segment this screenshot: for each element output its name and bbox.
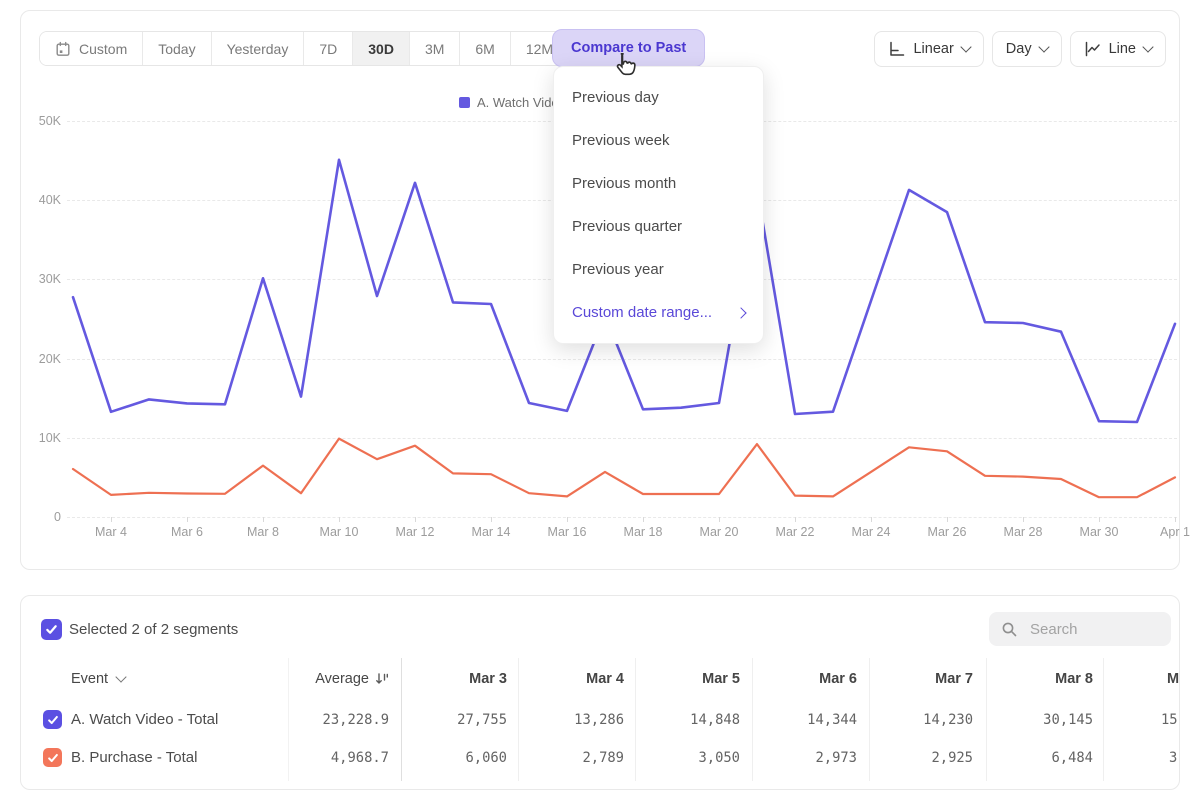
menu-item-previous-year[interactable]: Previous year — [554, 248, 763, 291]
column-header-mar-7: Mar 7 — [865, 671, 973, 687]
row-label: B. Purchase - Total — [71, 749, 197, 766]
cell-value: 27,755 — [399, 712, 507, 728]
cell-value: 30,145 — [985, 712, 1093, 728]
menu-item-previous-day[interactable]: Previous day — [554, 76, 763, 119]
cell-value: 6,484 — [985, 750, 1093, 766]
cell-value: 14,344 — [749, 712, 857, 728]
column-header-mar-4: Mar 4 — [516, 671, 624, 687]
cell-value-clipped: 15, — [1161, 712, 1180, 728]
menu-item-previous-quarter[interactable]: Previous quarter — [554, 205, 763, 248]
row-checkbox[interactable] — [43, 748, 62, 767]
column-header-label: Mar 4 — [586, 671, 624, 687]
segments-panel: Selected 2 of 2 segments Event Average Mar… — [20, 595, 1180, 790]
row-label: A. Watch Video - Total — [71, 711, 218, 728]
cell-value: 6,060 — [399, 750, 507, 766]
legend-swatch — [459, 97, 470, 108]
cell-value: 23,228.9 — [281, 712, 389, 728]
check-icon — [47, 714, 59, 726]
cell-value: 2,789 — [516, 750, 624, 766]
column-header-label: Mar 6 — [819, 671, 857, 687]
check-icon — [47, 752, 59, 764]
column-header-mar-3: Mar 3 — [399, 671, 507, 687]
column-header-mar-5: Mar 5 — [632, 671, 740, 687]
chevron-down-icon — [115, 671, 126, 682]
column-header-label: Mar 8 — [1055, 671, 1093, 687]
cell-value: 14,230 — [865, 712, 973, 728]
cell-value: 13,286 — [516, 712, 624, 728]
custom-date-range-label: Custom date range... — [572, 304, 712, 321]
search-input[interactable] — [1028, 620, 1152, 639]
column-header-label: Mar 5 — [702, 671, 740, 687]
select-all-checkbox[interactable] — [41, 619, 62, 640]
column-header-average[interactable]: Average — [281, 671, 389, 687]
cell-value: 3,050 — [632, 750, 740, 766]
column-header-label: Mar 3 — [469, 671, 507, 687]
column-header-label: Average — [315, 671, 369, 687]
compare-menu-items: Previous dayPrevious weekPrevious monthP… — [554, 76, 763, 291]
event-header-label: Event — [71, 671, 108, 687]
sort-descending-icon — [375, 672, 389, 686]
column-header-clipped: M — [1167, 671, 1179, 687]
column-separator — [1103, 658, 1104, 781]
column-header-label: Mar 7 — [935, 671, 973, 687]
check-icon — [45, 623, 58, 636]
cell-value: 2,973 — [749, 750, 857, 766]
compare-to-past-menu: Previous dayPrevious weekPrevious monthP… — [553, 66, 764, 344]
selected-segments-label: Selected 2 of 2 segments — [69, 621, 238, 638]
menu-item-previous-week[interactable]: Previous week — [554, 119, 763, 162]
chevron-right-icon — [735, 307, 746, 318]
dashboard: { "toolbar": { "date_ranges": ["Custom",… — [0, 0, 1200, 802]
search-box — [989, 612, 1171, 646]
row-checkbox[interactable] — [43, 710, 62, 729]
menu-item-custom-date-range[interactable]: Custom date range... — [554, 291, 763, 334]
cell-value: 2,925 — [865, 750, 973, 766]
mouse-pointer-icon — [612, 52, 638, 80]
cell-value: 4,968.7 — [281, 750, 389, 766]
column-header-mar-8: Mar 8 — [985, 671, 1093, 687]
column-header-event[interactable]: Event — [71, 671, 125, 687]
cell-value: 14,848 — [632, 712, 740, 728]
menu-item-previous-month[interactable]: Previous month — [554, 162, 763, 205]
series-line-b — [73, 439, 1175, 498]
column-header-mar-6: Mar 6 — [749, 671, 857, 687]
cell-value-clipped: 3, — [1169, 750, 1180, 766]
search-icon — [1001, 621, 1018, 638]
